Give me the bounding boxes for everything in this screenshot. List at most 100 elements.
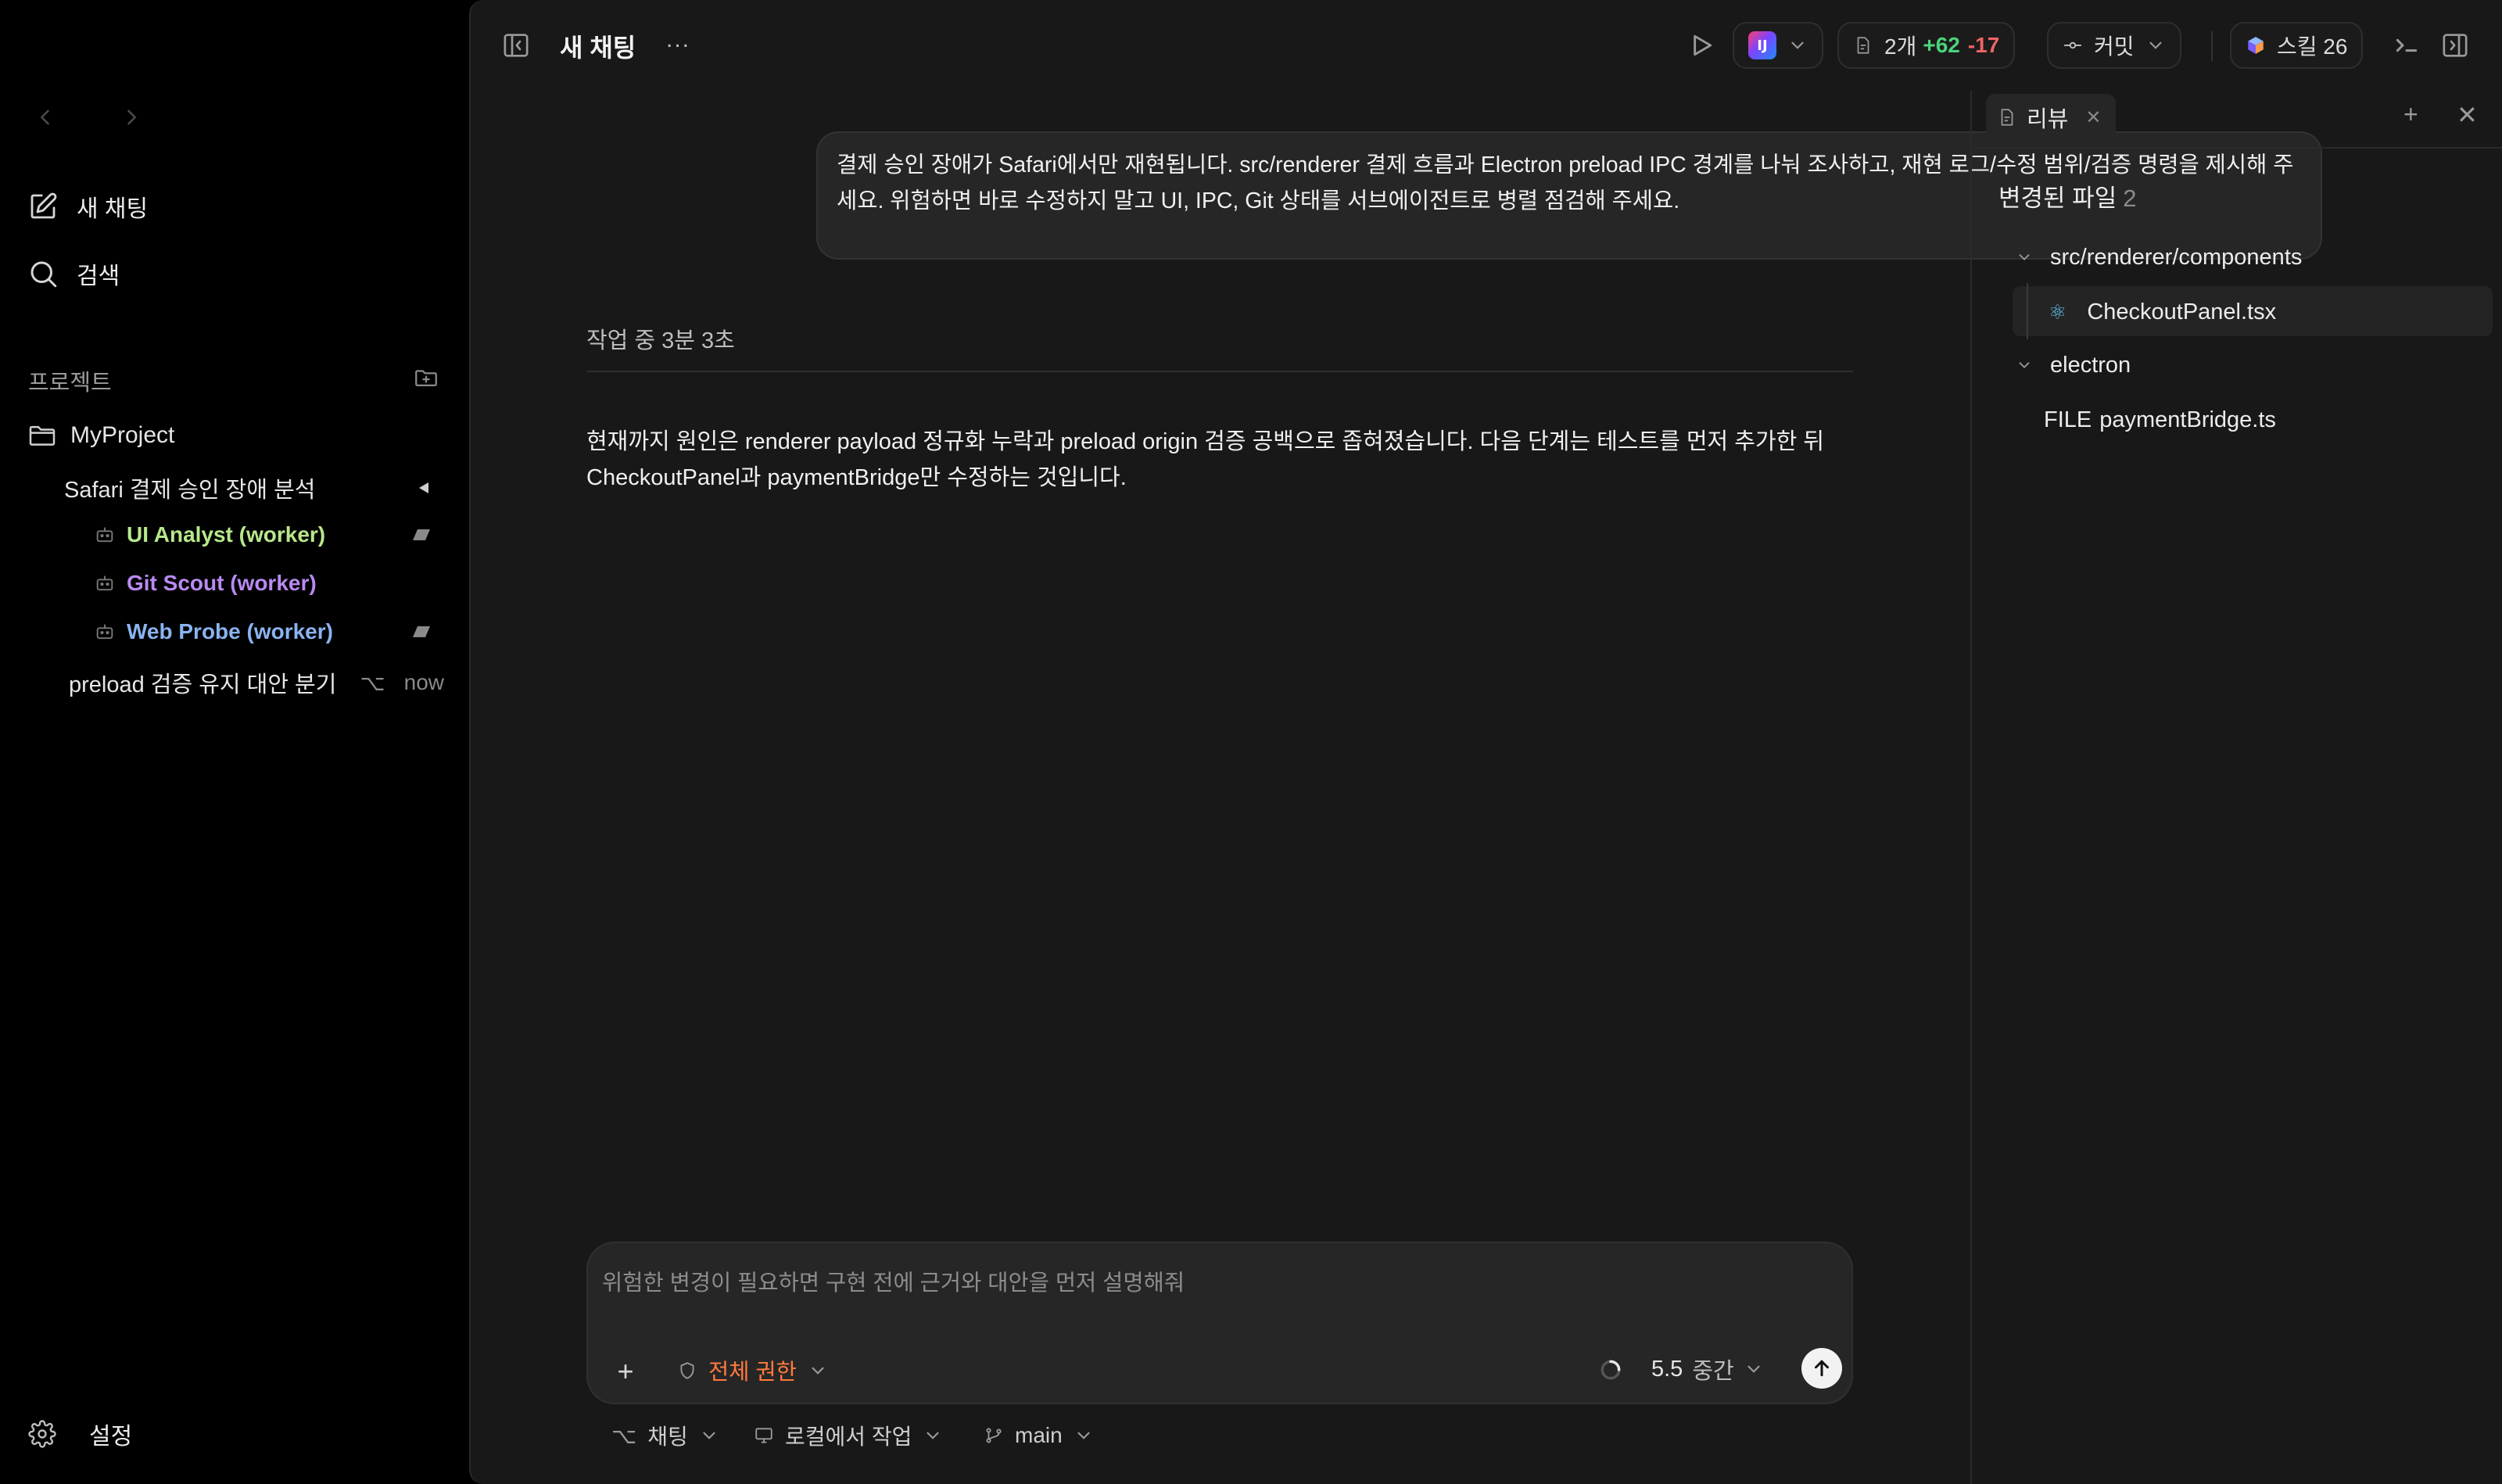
close-panel-icon[interactable]: ✕: [2457, 100, 2478, 130]
search-button[interactable]: 검색: [27, 250, 449, 297]
chevron-down-icon: [1747, 1365, 1760, 1373]
work-status[interactable]: 작업 중 3분 3초: [586, 322, 735, 355]
add-tab-icon[interactable]: +: [2403, 100, 2418, 129]
app-window: 새 채팅 검색 프로젝트 MyProject Safari 결제 승인 장애 분…: [0, 0, 2502, 1484]
local-work-selector[interactable]: 로컬에서 작업: [754, 1420, 943, 1451]
model-selector[interactable]: 5.5 중간: [1651, 1353, 1764, 1385]
file-icon: [1857, 37, 1869, 54]
deletions-count: -17: [1967, 33, 2000, 57]
robot-icon: [96, 527, 113, 543]
tree-file-paymentbridge[interactable]: FILE paymentBridge.ts: [2044, 400, 2276, 439]
project-myproject[interactable]: MyProject: [27, 418, 174, 453]
tab-review[interactable]: 리뷰 ✕: [1986, 94, 2116, 141]
changed-files-label: 변경된 파일: [1998, 185, 2117, 212]
worker-label: Git Scout (worker): [127, 571, 317, 595]
folder-icon: [29, 425, 56, 446]
thread-item-branch[interactable]: preload 검증 유지 대안 분기 ⌥ now: [69, 663, 452, 702]
effort-level: 중간: [1692, 1359, 1734, 1384]
file-name: paymentBridge.ts: [2099, 407, 2276, 432]
worker-git-scout[interactable]: Git Scout (worker): [94, 565, 446, 602]
permission-selector[interactable]: 전체 권한: [677, 1354, 828, 1386]
chevron-down-icon: [1791, 41, 1804, 49]
chat-mode-label: 채팅: [647, 1425, 688, 1449]
tab-review-label: 리뷰: [2027, 107, 2069, 132]
changed-files-header: 변경된 파일 2: [1998, 178, 2136, 213]
worker-label: Web Probe (worker): [127, 619, 333, 643]
chat-mode-selector[interactable]: ⌥ 채팅: [611, 1420, 719, 1451]
search-label: 검색: [77, 263, 120, 289]
prompt-input[interactable]: [602, 1264, 1822, 1303]
new-chat-button[interactable]: 새 채팅: [27, 183, 449, 230]
projects-section-label: 프로젝트: [28, 371, 112, 396]
tree-file-checkoutpanel[interactable]: ⚛ CheckoutPanel.tsx: [2049, 292, 2276, 332]
chat-mode-icon: ⌥: [611, 1423, 637, 1448]
divider: [1972, 147, 2502, 149]
commit-button[interactable]: 커밋: [2047, 22, 2181, 69]
divider: [586, 371, 1853, 372]
chevron-down-icon: [927, 1432, 939, 1439]
file-name: CheckoutPanel.tsx: [2087, 299, 2277, 324]
review-panel: 리뷰 ✕ + ✕ 변경된 파일 2 src/renderer/components…: [1970, 91, 2502, 1484]
chevron-down-icon: [2019, 362, 2030, 369]
ide-selector[interactable]: IJ: [1733, 22, 1823, 69]
chevron-down-icon: [703, 1432, 715, 1439]
collapse-triangle-icon[interactable]: [416, 480, 432, 496]
thread-item-safari[interactable]: Safari 결제 승인 장애 분석: [64, 469, 439, 507]
tree-folder-electron[interactable]: electron: [2016, 346, 2131, 385]
compose-icon: [30, 192, 57, 219]
back-arrow-icon[interactable]: [28, 100, 63, 134]
play-icon[interactable]: [1686, 30, 1717, 61]
forward-arrow-icon[interactable]: [114, 100, 149, 134]
flag-icon: [413, 626, 430, 637]
monitor-icon: [755, 1428, 772, 1443]
top-toolbar: 새 채팅 ... IJ 2개 +62 -17 커밋 스킬 26: [471, 0, 2502, 91]
settings-button[interactable]: 설정: [28, 1417, 132, 1451]
commit-label: 커밋: [2094, 34, 2135, 59]
chevron-down-icon: [2149, 41, 2162, 49]
cube-icon: [2248, 37, 2264, 54]
more-options-button[interactable]: ...: [666, 27, 690, 53]
changed-files-count: 2개: [1884, 34, 1917, 59]
chevron-down-icon: [812, 1367, 824, 1375]
worker-ui-analyst[interactable]: UI Analyst (worker): [94, 516, 446, 554]
toolbar-divider: [2211, 31, 2213, 61]
search-icon: [30, 261, 57, 288]
thread-timestamp: now: [403, 670, 444, 694]
arrow-up-icon: [1815, 1360, 1829, 1377]
skills-label: 스킬 26: [2277, 34, 2348, 59]
skills-button[interactable]: 스킬 26: [2230, 22, 2364, 69]
new-chat-label: 새 채팅: [77, 196, 149, 222]
composer: + 전체 권한 5.5 중간: [586, 1242, 1853, 1404]
git-branch-icon: [986, 1428, 1002, 1443]
sidebar-toggle-icon[interactable]: [500, 30, 532, 61]
intellij-icon: IJ: [1748, 31, 1776, 59]
worker-label: UI Analyst (worker): [127, 522, 326, 547]
diff-summary-button[interactable]: 2개 +62 -17: [1837, 22, 2016, 69]
close-tab-icon[interactable]: ✕: [2085, 106, 2101, 129]
project-name: MyProject: [70, 422, 175, 448]
file-type-label: FILE: [2044, 407, 2092, 432]
branch-selector[interactable]: main: [984, 1420, 1094, 1451]
main-panel: 새 채팅 ... IJ 2개 +62 -17 커밋 스킬 26 결제 승인 장애…: [469, 0, 2502, 1484]
assistant-message: 현재까지 원인은 renderer payload 정규화 누락과 preloa…: [586, 429, 1825, 490]
model-version: 5.5: [1651, 1356, 1683, 1382]
send-button[interactable]: [1801, 1348, 1842, 1389]
robot-icon: [96, 575, 113, 591]
settings-label: 설정: [89, 1424, 133, 1450]
additions-count: +62: [1923, 33, 1960, 57]
folder-path: electron: [2050, 352, 2131, 378]
terminal-icon[interactable]: [2391, 30, 2422, 61]
attach-button[interactable]: +: [611, 1355, 640, 1387]
branch-option-icon: ⌥: [360, 670, 385, 695]
add-folder-icon[interactable]: [413, 364, 439, 391]
tree-guide-line: [2027, 283, 2028, 339]
chat-title: 새 채팅: [560, 34, 636, 62]
tree-folder-components[interactable]: src/renderer/components: [2016, 238, 2302, 277]
folder-path: src/renderer/components: [2050, 244, 2303, 270]
permission-label: 전체 권한: [708, 1360, 797, 1385]
worker-web-probe[interactable]: Web Probe (worker): [94, 613, 446, 651]
panel-toggle-icon[interactable]: [2439, 30, 2471, 61]
react-icon: ⚛: [2049, 299, 2067, 324]
robot-icon: [96, 624, 113, 640]
sidebar: 새 채팅 검색 프로젝트 MyProject Safari 결제 승인 장애 분…: [0, 0, 469, 1484]
